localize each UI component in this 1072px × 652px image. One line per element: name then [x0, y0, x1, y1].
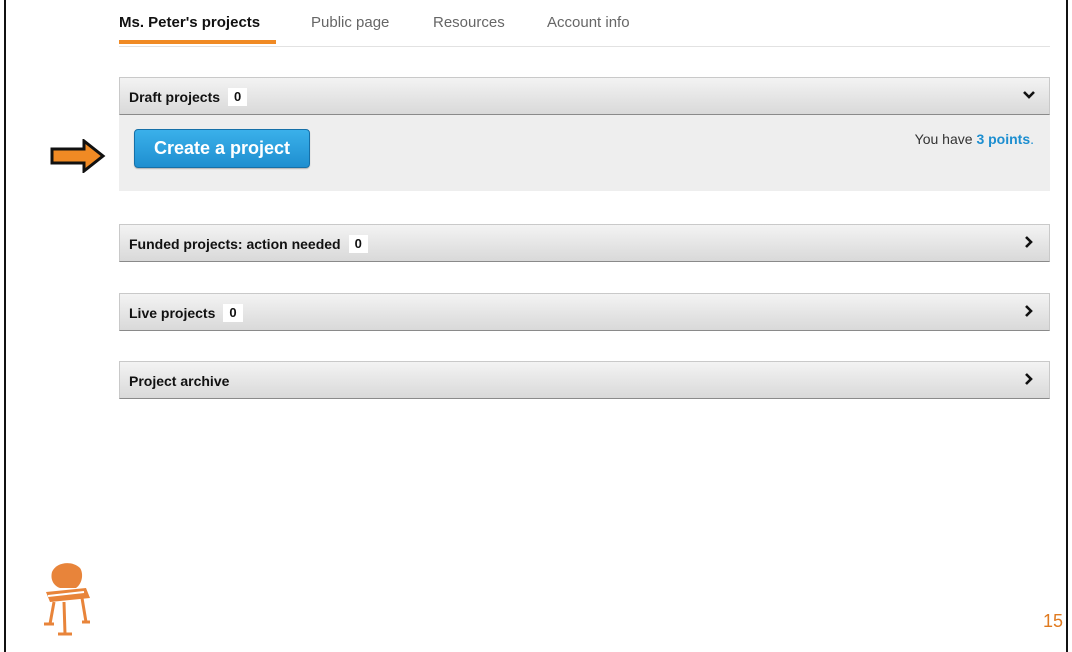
live-projects-label: Live projects: [129, 305, 216, 321]
tab-my-projects[interactable]: Ms. Peter's projects: [119, 14, 260, 31]
section-live-projects: Live projects 0: [119, 293, 1050, 331]
draft-projects-body: Create a project You have 3 points.: [119, 115, 1050, 191]
draft-projects-label: Draft projects: [129, 89, 221, 105]
chair-logo-icon: [44, 563, 90, 636]
draft-projects-header[interactable]: Draft projects 0: [119, 77, 1050, 115]
active-tab-indicator: [119, 40, 276, 44]
tab-public-page[interactable]: Public page: [311, 14, 389, 31]
chevron-right-icon[interactable]: [1021, 234, 1037, 250]
funded-projects-header[interactable]: Funded projects: action needed 0: [119, 224, 1050, 262]
create-project-button[interactable]: Create a project: [134, 129, 310, 168]
slide-border-right: [1066, 0, 1068, 652]
live-projects-header[interactable]: Live projects 0: [119, 293, 1050, 331]
funded-projects-title: Funded projects: action needed 0: [129, 235, 368, 254]
draft-projects-title: Draft projects 0: [129, 88, 248, 107]
live-projects-title: Live projects 0: [129, 304, 243, 323]
draft-projects-count: 0: [228, 88, 248, 107]
live-projects-count: 0: [223, 304, 243, 323]
project-archive-title: Project archive: [129, 373, 230, 389]
funded-projects-count: 0: [348, 235, 368, 254]
section-project-archive: Project archive: [119, 361, 1050, 399]
tab-bar: Ms. Peter's projects Public page Resourc…: [119, 0, 1050, 47]
page-number: 15: [1043, 611, 1064, 631]
section-draft-projects: Draft projects 0 Create a project You hav…: [119, 77, 1050, 191]
funded-projects-label: Funded projects: action needed: [129, 236, 341, 252]
chevron-right-icon[interactable]: [1021, 303, 1037, 319]
points-suffix: .: [1030, 131, 1034, 147]
chevron-right-icon[interactable]: [1021, 371, 1037, 387]
section-funded-projects: Funded projects: action needed 0: [119, 224, 1050, 262]
points-prefix: You have: [914, 131, 977, 147]
chevron-down-icon[interactable]: [1021, 87, 1037, 103]
tab-resources[interactable]: Resources: [433, 14, 505, 31]
right-arrow-icon: [50, 139, 106, 173]
points-link[interactable]: 3 points: [976, 131, 1030, 147]
project-archive-header[interactable]: Project archive: [119, 361, 1050, 399]
slide-border-left: [4, 0, 6, 652]
points-info: You have 3 points.: [915, 131, 1034, 147]
tab-account-info[interactable]: Account info: [547, 14, 630, 31]
